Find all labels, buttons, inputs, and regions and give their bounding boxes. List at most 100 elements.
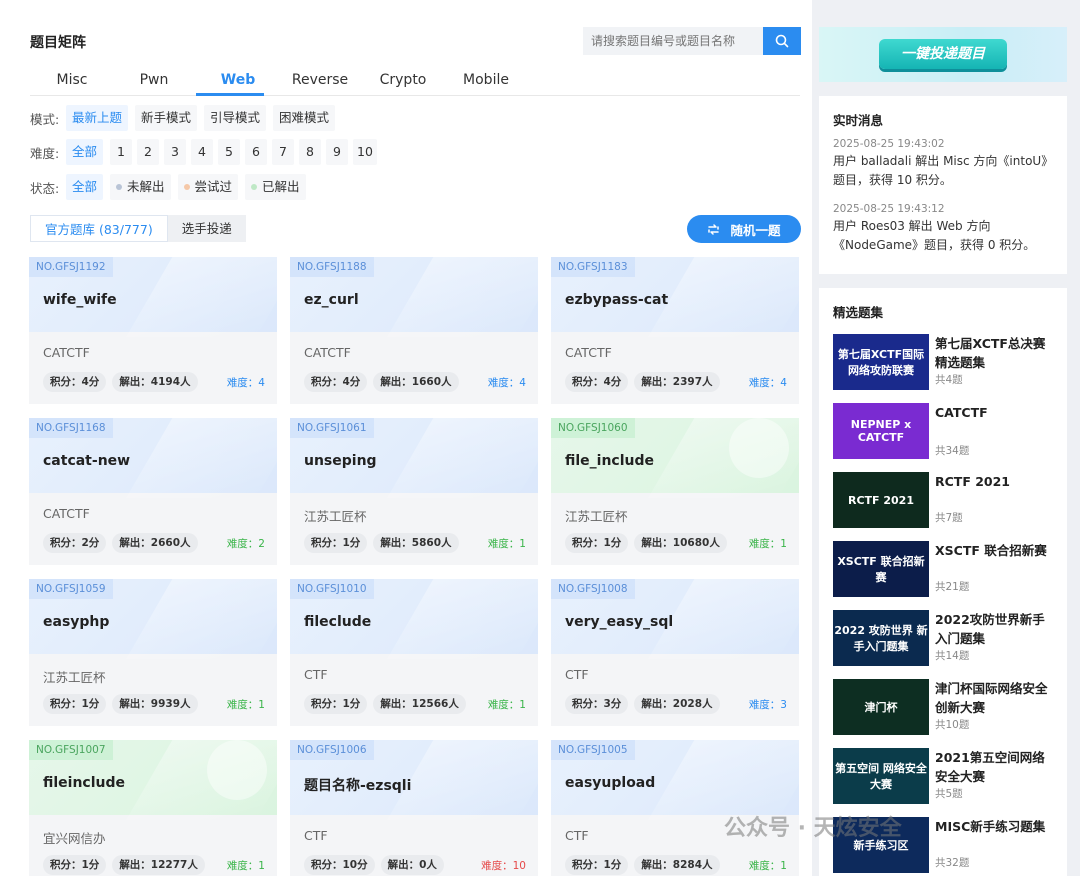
set-name: CATCTF [935,405,988,420]
difficulty-text: 难度：1 [487,537,526,550]
card-decoration [387,418,538,498]
set-count: 共10题 [935,719,970,731]
tab-player-submissions[interactable]: 选手投递 [167,215,246,242]
tab-reverse[interactable]: Reverse [278,72,362,88]
challenge-stats: 积分：4分 解出：2397人 难度：4 [565,372,787,392]
difficulty-8[interactable]: 8 [299,139,322,165]
featured-set-item[interactable]: 2022 攻防世界 新手入门题集 2022攻防世界新手入门题集 共14题 [833,610,1055,666]
challenge-card[interactable]: NO.GFSJ1192 wife_wife CATCTF 积分：4分 解出：4194人 难… [29,257,277,404]
difficulty-text: 难度：3 [748,698,787,711]
difficulty-7[interactable]: 7 [272,139,295,165]
score-badge: 积分：1分 [43,694,107,714]
challenge-title[interactable]: 题目名称-ezsqli [304,775,411,795]
difficulty-10[interactable]: 10 [353,139,377,165]
tab-crypto[interactable]: Crypto [361,72,445,88]
tab-official-bank[interactable]: 官方题库 (83/777) [30,215,168,242]
challenge-number: NO.GFSJ1006 [290,740,374,760]
status-unsolved[interactable]: 未解出 [110,174,171,200]
challenge-title[interactable]: fileclude [304,614,371,630]
challenge-card[interactable]: NO.GFSJ1188 ez_curl CATCTF 积分：4分 解出：1660人 难度：… [290,257,538,404]
challenge-card[interactable]: NO.GFSJ1006 题目名称-ezsqli CTF 积分：10分 解出：0人 难度：1… [290,740,538,876]
difficulty-text: 难度：4 [748,376,787,389]
search-icon [775,34,789,48]
challenge-title[interactable]: easyupload [565,775,655,791]
challenge-card[interactable]: NO.GFSJ1059 easyphp 江苏工匠杯 积分：1分 解出：9939人 难度：1 [29,579,277,726]
set-thumbnail: RCTF 2021 [833,472,929,528]
status-solved[interactable]: 已解出 [245,174,306,200]
difficulty-9[interactable]: 9 [326,139,349,165]
search-button[interactable] [763,27,801,55]
card-header: NO.GFSJ1008 very_easy_sql [551,579,799,659]
card-header: NO.GFSJ1168 catcat-new [29,418,277,498]
bank-tabs: 官方题库 (83/777) 选手投递 [30,215,246,242]
status-attempted[interactable]: 尝试过 [177,174,239,200]
challenge-card[interactable]: NO.GFSJ1168 catcat-new CATCTF 积分：2分 解出：2660人… [29,418,277,565]
difficulty-1[interactable]: 1 [110,139,133,165]
challenge-title[interactable]: very_easy_sql [565,614,673,630]
page-title: 题目矩阵 [30,35,86,51]
difficulty-3[interactable]: 3 [164,139,187,165]
mode-beginner[interactable]: 新手模式 [135,105,198,131]
news-time: 2025-08-25 19:43:12 [833,203,945,215]
difficulty-4[interactable]: 4 [191,139,214,165]
random-button-label: 随机一题 [730,222,781,238]
news-text: 用户 balladali 解出 Misc 方向《intoU》题目，获得 10 积… [833,154,1054,187]
submit-challenge-banner[interactable]: 一键投递题目 [819,27,1067,82]
random-challenge-button[interactable]: 随机一题 [687,215,801,243]
challenge-card[interactable]: NO.GFSJ1183 ezbypass-cat CATCTF 积分：4分 解出：239… [551,257,799,404]
featured-set-item[interactable]: 第五空间 网络安全大赛 2021第五空间网络安全大赛 共5题 [833,748,1055,804]
challenge-stats: 积分：4分 解出：4194人 难度：4 [43,372,265,392]
status-dot-icon [251,184,258,190]
challenge-card[interactable]: NO.GFSJ1061 unseping 江苏工匠杯 积分：1分 解出：5860人 难度：… [290,418,538,565]
search-input[interactable] [583,27,763,55]
thumbnail-text: NEPNEP x CATCTF [850,418,912,444]
challenge-card[interactable]: NO.GFSJ1008 very_easy_sql CTF 积分：3分 解出：2028人… [551,579,799,726]
challenge-title[interactable]: file_include [565,453,654,469]
featured-set-item[interactable]: NEPNEP x CATCTF CATCTF 共34题 [833,403,1055,459]
difficulty-text: 难度：1 [226,698,265,711]
challenge-title[interactable]: ezbypass-cat [565,292,668,308]
tab-web[interactable]: Web [196,72,280,88]
challenge-title[interactable]: ez_curl [304,292,359,308]
card-header: NO.GFSJ1060 file_include [551,418,799,498]
tab-misc[interactable]: Misc [30,72,114,88]
mode-guided[interactable]: 引导模式 [204,105,267,131]
difficulty-2[interactable]: 2 [137,139,160,165]
challenge-source: CTF [565,667,589,682]
featured-set-item[interactable]: 津门杯 津门杯国际网络安全创新大赛 共10题 [833,679,1055,735]
realtime-title: 实时消息 [833,113,884,128]
card-decoration [387,579,538,659]
card-decoration [387,257,538,337]
solved-badge: 解出：2397人 [634,372,720,392]
score-badge: 积分：1分 [304,533,368,553]
difficulty-all[interactable]: 全部 [66,139,104,165]
challenge-card[interactable]: NO.GFSJ1060 file_include 江苏工匠杯 积分：1分 解出：1068… [551,418,799,565]
challenge-title[interactable]: catcat-new [43,453,130,469]
set-count: 共5题 [935,788,963,800]
challenge-source: CTF [304,667,328,682]
featured-set-item[interactable]: XSCTF 联合招新赛 XSCTF 联合招新赛 共21题 [833,541,1055,597]
featured-set-item[interactable]: RCTF 2021 RCTF 2021 共7题 [833,472,1055,528]
challenge-card[interactable]: NO.GFSJ1007 fileinclude 宜兴网信办 积分：1分 解出：12277… [29,740,277,876]
challenge-number: NO.GFSJ1007 [29,740,113,760]
solved-badge: 解出：8284人 [634,855,720,875]
difficulty-5[interactable]: 5 [218,139,241,165]
challenge-stats: 积分：3分 解出：2028人 难度：3 [565,694,787,714]
mode-latest[interactable]: 最新上题 [66,105,129,131]
challenge-title[interactable]: easyphp [43,614,109,630]
tab-mobile[interactable]: Mobile [444,72,528,88]
featured-set-item[interactable]: 第七届XCTF国际网络攻防联赛 第七届XCTF总决赛精选题集 共4题 [833,334,1055,390]
challenge-title[interactable]: unseping [304,453,377,469]
difficulty-text: 难度：1 [748,859,787,872]
difficulty-6[interactable]: 6 [245,139,268,165]
status-all[interactable]: 全部 [66,174,104,200]
challenge-card[interactable]: NO.GFSJ1010 fileclude CTF 积分：1分 解出：12566人 难度：… [290,579,538,726]
challenge-title[interactable]: fileinclude [43,775,125,791]
mode-hard[interactable]: 困难模式 [273,105,336,131]
solved-badge: 解出：9939人 [112,694,198,714]
challenge-title[interactable]: wife_wife [43,292,117,308]
challenge-card[interactable]: NO.GFSJ1005 easyupload CTF 积分：1分 解出：8284人 难度：… [551,740,799,876]
set-count: 共34题 [935,445,970,457]
tab-pwn[interactable]: Pwn [112,72,196,88]
set-thumbnail: 2022 攻防世界 新手入门题集 [833,610,929,666]
